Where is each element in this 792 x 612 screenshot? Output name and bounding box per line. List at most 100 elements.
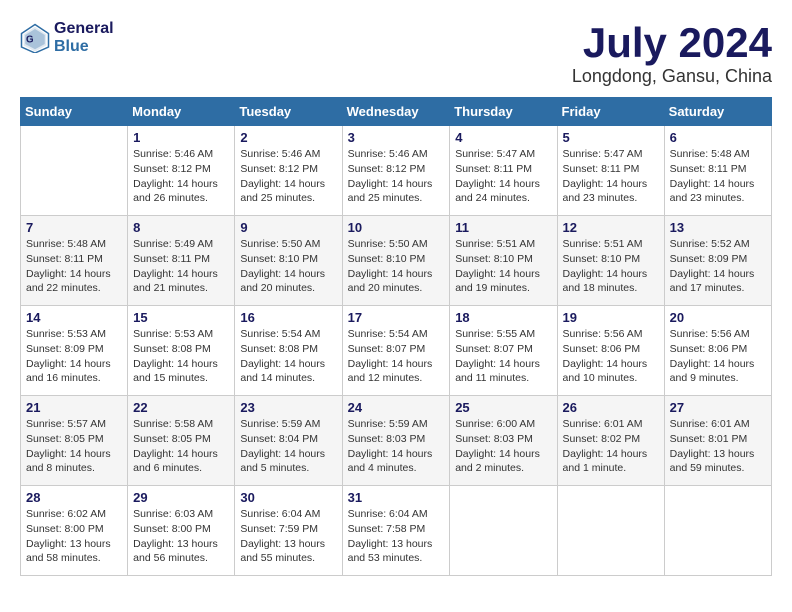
day-number: 27 (670, 400, 766, 415)
day-number: 31 (348, 490, 445, 505)
col-tuesday: Tuesday (235, 98, 342, 126)
day-info: Sunrise: 5:54 AM Sunset: 8:08 PM Dayligh… (240, 327, 336, 386)
svg-text:G: G (26, 34, 34, 45)
day-info: Sunrise: 6:01 AM Sunset: 8:01 PM Dayligh… (670, 417, 766, 476)
day-cell: 31 Sunrise: 6:04 AM Sunset: 7:58 PM Dayli… (342, 486, 450, 576)
location: Longdong, Gansu, China (572, 66, 772, 87)
day-cell: 6 Sunrise: 5:48 AM Sunset: 8:11 PM Daylig… (664, 126, 771, 216)
day-cell: 9 Sunrise: 5:50 AM Sunset: 8:10 PM Daylig… (235, 216, 342, 306)
day-cell: 29Sunrise: 6:03 AM Sunset: 8:00 PM Dayli… (128, 486, 235, 576)
day-number: 21 (26, 400, 122, 415)
day-cell: 1 Sunrise: 5:46 AM Sunset: 8:12 PM Daylig… (128, 126, 235, 216)
day-info: Sunrise: 5:46 AM Sunset: 8:12 PM Dayligh… (133, 147, 229, 206)
day-info: Sunrise: 6:02 AM Sunset: 8:00 PM Dayligh… (26, 507, 122, 566)
day-info: Sunrise: 5:59 AM Sunset: 8:04 PM Dayligh… (240, 417, 336, 476)
week-row-4: 21 Sunrise: 5:57 AM Sunset: 8:05 PM Dayli… (21, 396, 772, 486)
day-number: 16 (240, 310, 336, 325)
day-number: 6 (670, 130, 766, 145)
day-cell (450, 486, 557, 576)
day-cell: 23 Sunrise: 5:59 AM Sunset: 8:04 PM Dayli… (235, 396, 342, 486)
col-thursday: Thursday (450, 98, 557, 126)
month-title: July 2024 (572, 20, 772, 66)
day-number: 18 (455, 310, 551, 325)
day-info: Sunrise: 5:59 AM Sunset: 8:03 PM Dayligh… (348, 417, 445, 476)
logo: G General Blue (20, 20, 114, 55)
day-number: 23 (240, 400, 336, 415)
day-number: 11 (455, 220, 551, 235)
day-info: Sunrise: 5:51 AM Sunset: 8:10 PM Dayligh… (455, 237, 551, 296)
logo-blue: Blue (54, 38, 114, 56)
day-info: Sunrise: 5:53 AM Sunset: 8:09 PM Dayligh… (26, 327, 122, 386)
day-cell: 22Sunrise: 5:58 AM Sunset: 8:05 PM Dayli… (128, 396, 235, 486)
day-number: 30 (240, 490, 336, 505)
day-cell: 10Sunrise: 5:50 AM Sunset: 8:10 PM Dayli… (342, 216, 450, 306)
day-info: Sunrise: 6:03 AM Sunset: 8:00 PM Dayligh… (133, 507, 229, 566)
day-cell: 14Sunrise: 5:53 AM Sunset: 8:09 PM Dayli… (21, 306, 128, 396)
day-info: Sunrise: 6:00 AM Sunset: 8:03 PM Dayligh… (455, 417, 551, 476)
day-number: 4 (455, 130, 551, 145)
day-info: Sunrise: 5:47 AM Sunset: 8:11 PM Dayligh… (455, 147, 551, 206)
day-info: Sunrise: 5:55 AM Sunset: 8:07 PM Dayligh… (455, 327, 551, 386)
day-info: Sunrise: 5:48 AM Sunset: 8:11 PM Dayligh… (670, 147, 766, 206)
day-info: Sunrise: 5:49 AM Sunset: 8:11 PM Dayligh… (133, 237, 229, 296)
day-cell: 17 Sunrise: 5:54 AM Sunset: 8:07 PM Dayli… (342, 306, 450, 396)
day-cell: 25Sunrise: 6:00 AM Sunset: 8:03 PM Dayli… (450, 396, 557, 486)
calendar-table: Sunday Monday Tuesday Wednesday Thursday… (20, 97, 772, 576)
day-info: Sunrise: 5:56 AM Sunset: 8:06 PM Dayligh… (670, 327, 766, 386)
day-info: Sunrise: 5:50 AM Sunset: 8:10 PM Dayligh… (240, 237, 336, 296)
day-cell: 5Sunrise: 5:47 AM Sunset: 8:11 PM Daylig… (557, 126, 664, 216)
col-saturday: Saturday (664, 98, 771, 126)
day-cell: 7 Sunrise: 5:48 AM Sunset: 8:11 PM Daylig… (21, 216, 128, 306)
day-cell: 11 Sunrise: 5:51 AM Sunset: 8:10 PM Dayli… (450, 216, 557, 306)
day-info: Sunrise: 5:46 AM Sunset: 8:12 PM Dayligh… (348, 147, 445, 206)
day-cell: 20 Sunrise: 5:56 AM Sunset: 8:06 PM Dayli… (664, 306, 771, 396)
day-cell: 15 Sunrise: 5:53 AM Sunset: 8:08 PM Dayli… (128, 306, 235, 396)
day-cell: 3 Sunrise: 5:46 AM Sunset: 8:12 PM Daylig… (342, 126, 450, 216)
day-info: Sunrise: 5:52 AM Sunset: 8:09 PM Dayligh… (670, 237, 766, 296)
week-row-2: 7 Sunrise: 5:48 AM Sunset: 8:11 PM Daylig… (21, 216, 772, 306)
day-cell: 21 Sunrise: 5:57 AM Sunset: 8:05 PM Dayli… (21, 396, 128, 486)
day-cell: 24 Sunrise: 5:59 AM Sunset: 8:03 PM Dayli… (342, 396, 450, 486)
day-number: 3 (348, 130, 445, 145)
day-info: Sunrise: 5:47 AM Sunset: 8:11 PM Dayligh… (563, 147, 659, 206)
col-friday: Friday (557, 98, 664, 126)
day-cell (664, 486, 771, 576)
day-info: Sunrise: 5:51 AM Sunset: 8:10 PM Dayligh… (563, 237, 659, 296)
day-number: 24 (348, 400, 445, 415)
title-section: July 2024 Longdong, Gansu, China (572, 20, 772, 87)
day-info: Sunrise: 5:53 AM Sunset: 8:08 PM Dayligh… (133, 327, 229, 386)
day-info: Sunrise: 5:46 AM Sunset: 8:12 PM Dayligh… (240, 147, 336, 206)
col-monday: Monday (128, 98, 235, 126)
day-number: 15 (133, 310, 229, 325)
day-cell: 8Sunrise: 5:49 AM Sunset: 8:11 PM Daylig… (128, 216, 235, 306)
day-info: Sunrise: 5:56 AM Sunset: 8:06 PM Dayligh… (563, 327, 659, 386)
day-number: 9 (240, 220, 336, 235)
day-cell: 4 Sunrise: 5:47 AM Sunset: 8:11 PM Daylig… (450, 126, 557, 216)
day-cell: 26 Sunrise: 6:01 AM Sunset: 8:02 PM Dayli… (557, 396, 664, 486)
logo-general: General (54, 20, 114, 38)
day-info: Sunrise: 5:50 AM Sunset: 8:10 PM Dayligh… (348, 237, 445, 296)
day-info: Sunrise: 5:54 AM Sunset: 8:07 PM Dayligh… (348, 327, 445, 386)
day-cell: 13Sunrise: 5:52 AM Sunset: 8:09 PM Dayli… (664, 216, 771, 306)
logo-icon: G (20, 23, 50, 53)
day-number: 17 (348, 310, 445, 325)
day-cell: 30 Sunrise: 6:04 AM Sunset: 7:59 PM Dayli… (235, 486, 342, 576)
week-row-3: 14Sunrise: 5:53 AM Sunset: 8:09 PM Dayli… (21, 306, 772, 396)
day-number: 7 (26, 220, 122, 235)
day-info: Sunrise: 5:57 AM Sunset: 8:05 PM Dayligh… (26, 417, 122, 476)
day-number: 20 (670, 310, 766, 325)
day-info: Sunrise: 6:04 AM Sunset: 7:58 PM Dayligh… (348, 507, 445, 566)
day-number: 28 (26, 490, 122, 505)
day-cell: 28 Sunrise: 6:02 AM Sunset: 8:00 PM Dayli… (21, 486, 128, 576)
header-row: Sunday Monday Tuesday Wednesday Thursday… (21, 98, 772, 126)
day-info: Sunrise: 5:48 AM Sunset: 8:11 PM Dayligh… (26, 237, 122, 296)
day-number: 26 (563, 400, 659, 415)
day-cell: 12Sunrise: 5:51 AM Sunset: 8:10 PM Dayli… (557, 216, 664, 306)
day-info: Sunrise: 6:04 AM Sunset: 7:59 PM Dayligh… (240, 507, 336, 566)
day-number: 1 (133, 130, 229, 145)
day-info: Sunrise: 6:01 AM Sunset: 8:02 PM Dayligh… (563, 417, 659, 476)
day-cell: 2 Sunrise: 5:46 AM Sunset: 8:12 PM Daylig… (235, 126, 342, 216)
day-cell (557, 486, 664, 576)
day-number: 2 (240, 130, 336, 145)
day-cell: 19Sunrise: 5:56 AM Sunset: 8:06 PM Dayli… (557, 306, 664, 396)
